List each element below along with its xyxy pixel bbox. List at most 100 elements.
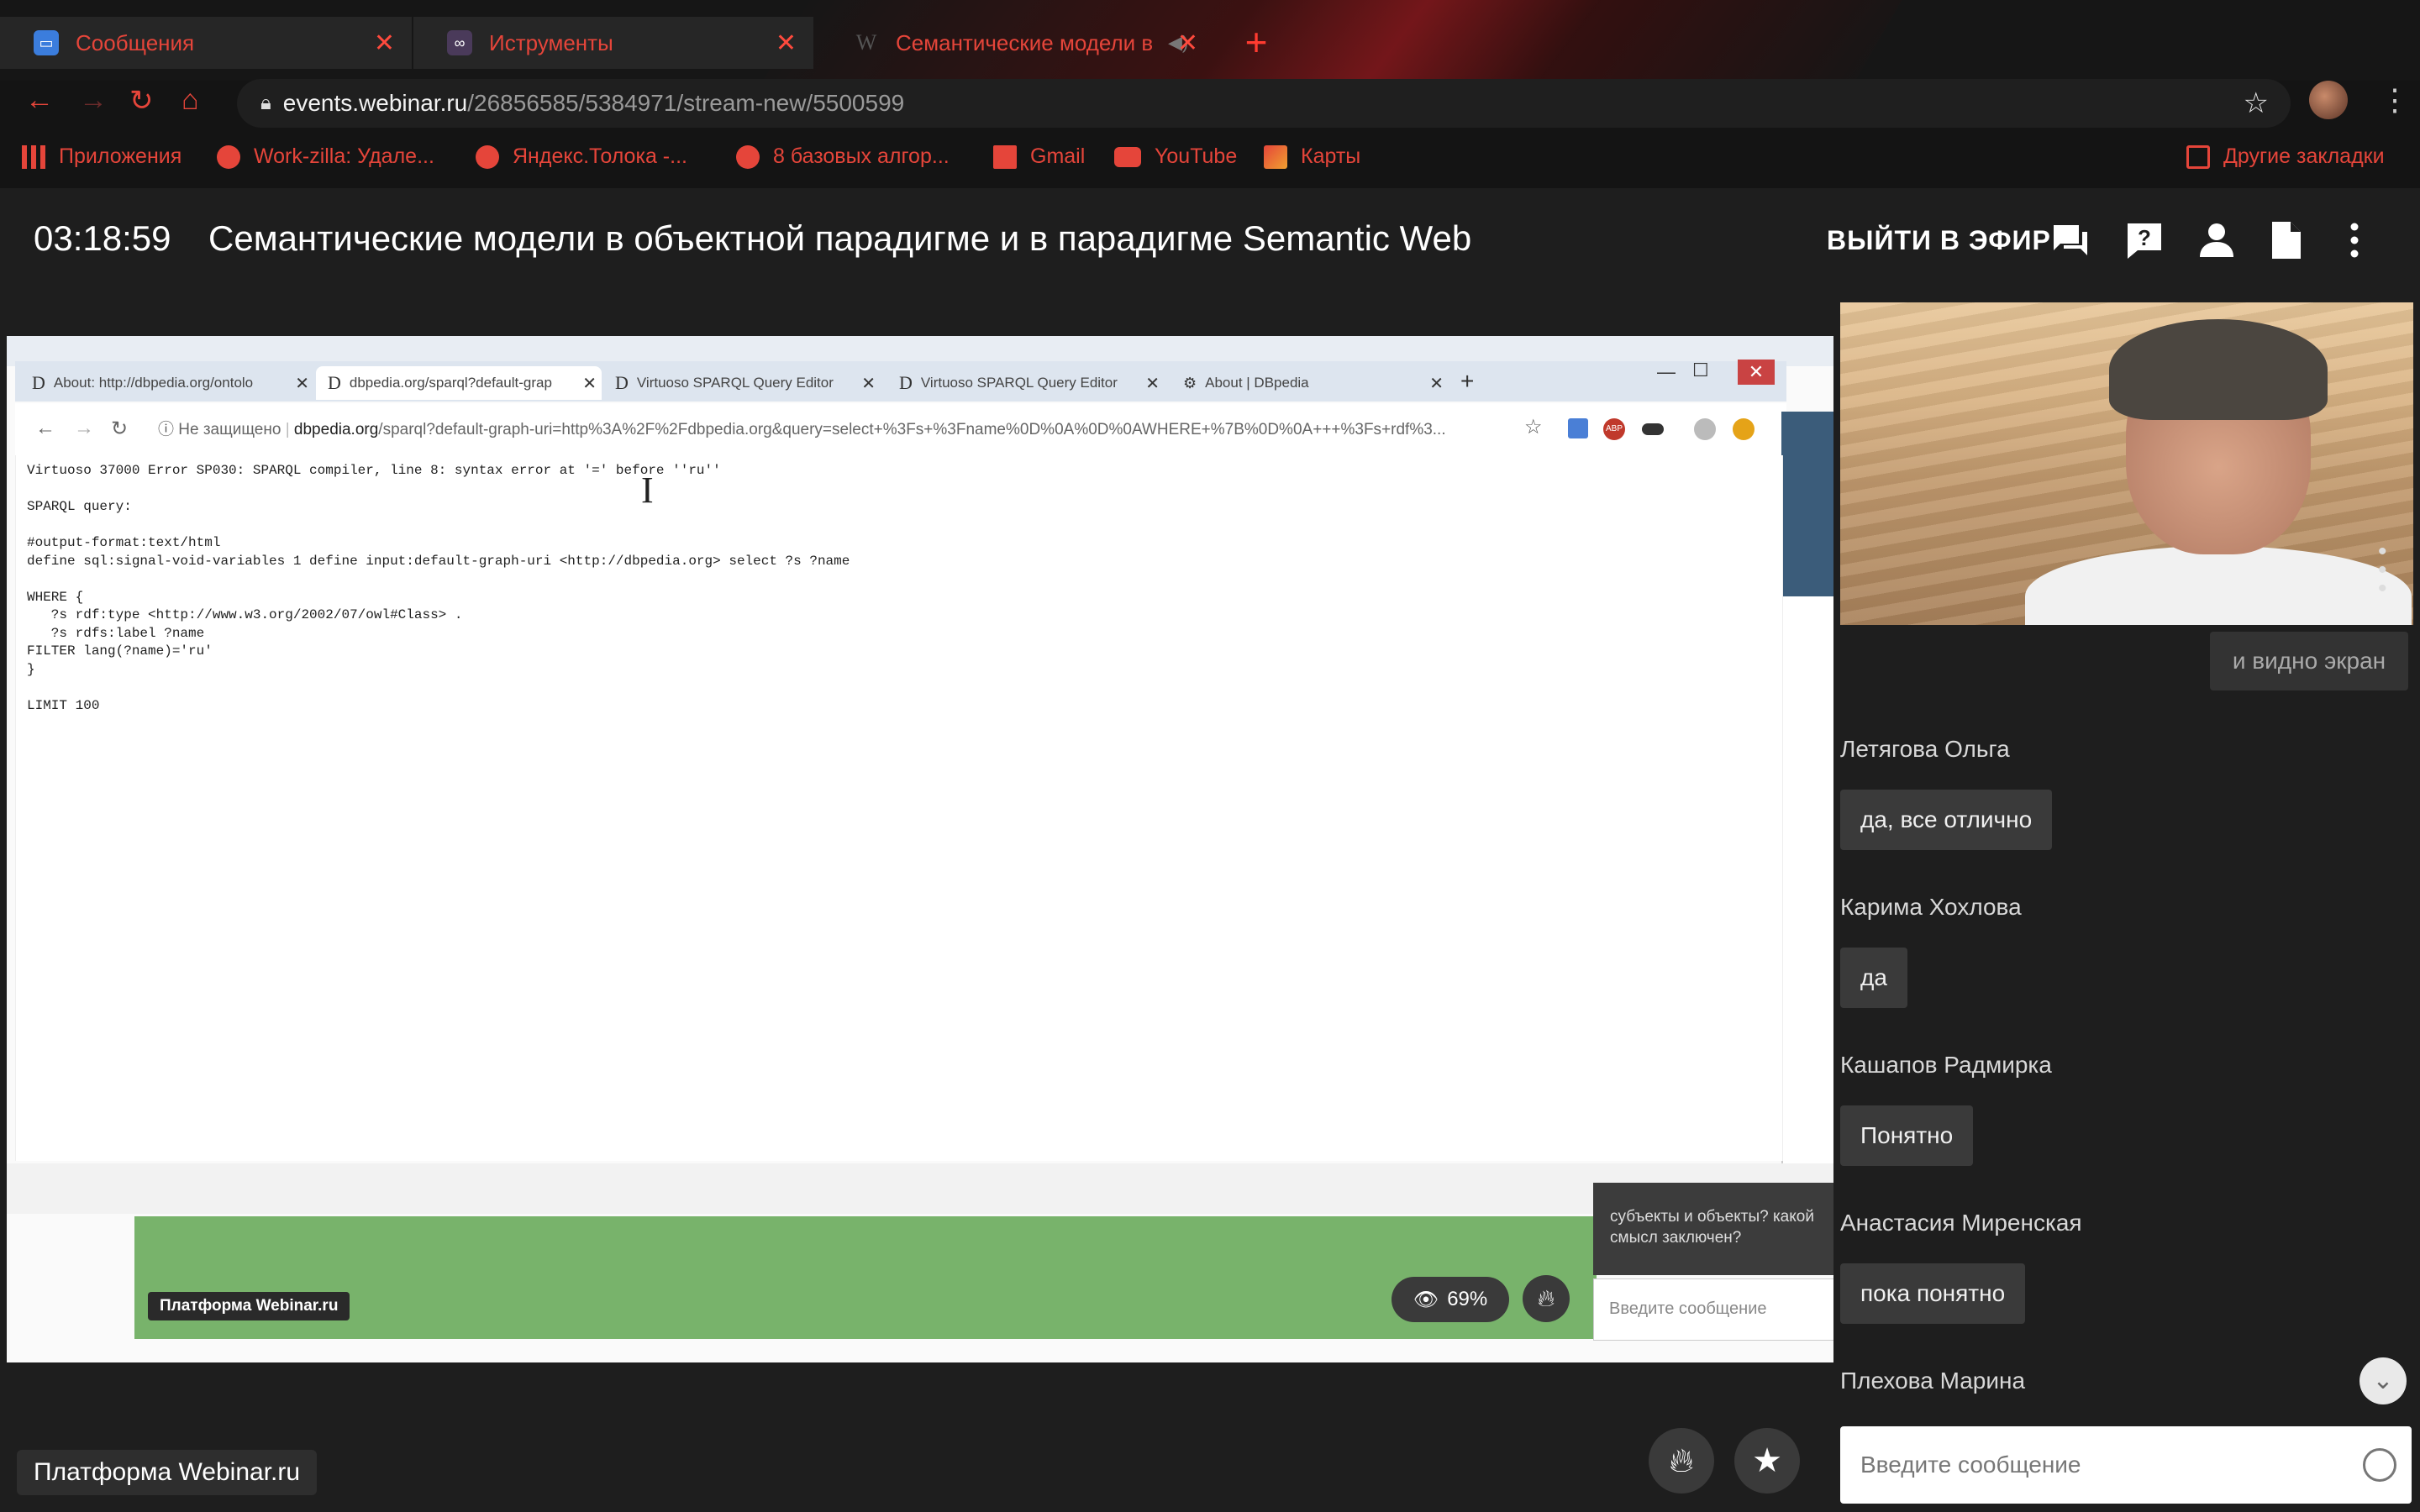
translate-icon[interactable] <box>1568 418 1588 438</box>
fire-reaction-button[interactable]: 🔥︎ <box>1649 1428 1714 1494</box>
nested-chat-input: Введите сообщение <box>1593 1278 1833 1341</box>
document-icon[interactable] <box>2265 220 2306 260</box>
close-icon[interactable]: ✕ <box>1145 373 1160 394</box>
sparql-error-text: Virtuoso 37000 Error SP030: SPARQL compi… <box>27 463 850 713</box>
bookmark-gmail[interactable]: Gmail <box>993 144 1085 169</box>
webcam-person-hair <box>2109 319 2328 420</box>
home-icon[interactable]: ⌂ <box>182 84 199 117</box>
bookmark-label: YouTube <box>1155 144 1238 168</box>
wikipedia-icon: W <box>855 30 877 55</box>
chat-input[interactable]: Введите сообщение <box>1840 1426 2412 1504</box>
dbpedia-logo-icon: ⚙︎ <box>1183 374 1197 391</box>
viewers-pill: 👁︎ 69% <box>1392 1277 1509 1322</box>
url-path: /sparql?default-graph-uri=http%3A%2F%2Fd… <box>378 421 1446 438</box>
browser-menu-icon[interactable]: ⋮ <box>2380 82 2410 118</box>
back-icon[interactable]: ← <box>35 417 55 440</box>
bookmark-apps[interactable]: Приложения <box>22 144 182 169</box>
close-icon[interactable]: ✕ <box>776 29 797 58</box>
emoji-icon[interactable] <box>2363 1448 2396 1482</box>
forward-icon[interactable]: → <box>79 84 108 117</box>
bookmark-youtube[interactable]: YouTube <box>1114 144 1237 169</box>
chat-input-placeholder: Введите сообщение <box>1860 1452 2081 1478</box>
screen-share-stage: D About: http://dbpedia.org/ontolo ✕ D d… <box>7 336 1833 1362</box>
text-cursor-icon: I <box>641 470 654 511</box>
bookmark-other[interactable]: Другие закладки <box>2186 144 2385 169</box>
bookmark-algorithms[interactable]: 8 базовых алгор... <box>736 144 950 169</box>
bookmark-label: 8 базовых алгор... <box>773 144 950 168</box>
bookmark-star-icon[interactable]: ☆ <box>1524 415 1543 439</box>
participants-icon[interactable] <box>2196 220 2237 260</box>
bookmark-maps[interactable]: Карты <box>1264 144 1360 169</box>
bookmark-label: Gmail <box>1030 144 1086 168</box>
more-menu-icon[interactable] <box>2334 220 2375 260</box>
bookmark-label: Карты <box>1301 144 1361 168</box>
maximize-icon[interactable]: ☐ <box>1692 360 1709 381</box>
chat-icon[interactable] <box>2050 220 2091 260</box>
close-icon[interactable]: ✕ <box>861 373 876 394</box>
tab-label: Иструменты <box>489 29 613 55</box>
extension-icon[interactable] <box>1733 418 1754 440</box>
reload-icon[interactable]: ↻ <box>111 417 128 441</box>
bookmark-label: Другие закладки <box>2223 144 2385 168</box>
webcam-menu-icon[interactable]: • • • <box>2378 539 2387 601</box>
tab-label: Сообщения <box>76 29 195 55</box>
security-label: Не защищено <box>178 421 281 438</box>
go-live-button[interactable]: ВЫЙТИ В ЭФИР <box>1827 225 2051 256</box>
close-icon[interactable]: ✕ <box>582 373 597 394</box>
new-tab-button[interactable]: + <box>1235 22 1277 64</box>
close-icon[interactable]: ✕ <box>1177 29 1198 58</box>
close-icon[interactable]: ✕ <box>295 373 309 394</box>
chat-author: Анастасия Миренская <box>1840 1210 2082 1236</box>
close-window-button[interactable]: ✕ <box>1738 360 1775 385</box>
browser-tab-semantic[interactable]: W Семантические модели в ◀︎) ✕ <box>820 17 1215 69</box>
new-tab-button[interactable]: + <box>1460 368 1474 395</box>
forward-icon[interactable]: → <box>74 417 94 440</box>
star-reaction-button[interactable]: ★ <box>1734 1428 1800 1494</box>
shared-tab-sparql-active[interactable]: D dbpedia.org/sparql?default-grap ✕ <box>316 366 602 400</box>
profile-avatar[interactable] <box>2309 81 2348 119</box>
bookmark-star-icon[interactable]: ☆ <box>2244 87 2269 120</box>
reload-icon[interactable]: ↻ <box>129 84 154 118</box>
presenter-webcam <box>1840 302 2413 625</box>
info-icon: ⓘ <box>158 421 179 438</box>
maps-icon <box>1264 144 1287 169</box>
scroll-down-button[interactable]: ⌄ <box>2360 1357 2407 1404</box>
folder-icon <box>2186 144 2210 169</box>
apps-grid-icon <box>22 144 45 169</box>
dbpedia-icon: D <box>615 372 629 393</box>
shared-tab-virtuoso-1[interactable]: D Virtuoso SPARQL Query Editor ✕ <box>603 366 881 400</box>
svg-text:?: ? <box>2138 225 2151 250</box>
chat-message-bubble: пока понятно <box>1840 1263 2026 1324</box>
back-icon[interactable]: ← <box>25 84 54 117</box>
bookmark-workzilla[interactable]: Work-zilla: Удале... <box>217 144 434 169</box>
browser-tab-tools[interactable]: ∞ Иструменты ✕ <box>413 17 813 69</box>
background-window-strip <box>7 1163 1833 1214</box>
adblock-icon[interactable]: ABP <box>1603 418 1625 440</box>
bookmark-label: Яндекс.Толока -... <box>513 144 687 168</box>
url-host: events.webinar.ru <box>282 90 468 116</box>
close-icon[interactable]: ✕ <box>374 29 395 58</box>
shared-tab-virtuoso-2[interactable]: D Virtuoso SPARQL Query Editor ✕ <box>887 366 1165 400</box>
tab-label: About: http://dbpedia.org/ontolo <box>53 375 254 391</box>
browser-tab-messages[interactable]: ▭ Сообщения ✕ <box>0 17 412 69</box>
chat-message-bubble: да, все отлично <box>1840 790 2053 850</box>
background-window-edge <box>1781 412 1833 596</box>
chat-icon: ▭ <box>34 30 59 55</box>
lock-icon: 🔒︎ <box>260 92 271 114</box>
close-icon[interactable]: ✕ <box>1429 373 1444 394</box>
tab-label: Virtuoso SPARQL Query Editor <box>920 375 1118 391</box>
chat-author: Кашапов Радмирка <box>1840 1052 2052 1078</box>
address-bar[interactable]: 🔒︎ events.webinar.ru/26856585/5384971/st… <box>237 79 2291 128</box>
shared-tab-about-dbpedia[interactable]: ⚙︎ About | DBpedia ✕ <box>1171 366 1449 400</box>
shared-tab-about-ontology[interactable]: D About: http://dbpedia.org/ontolo ✕ <box>20 366 314 400</box>
incognito-icon[interactable] <box>1642 423 1664 435</box>
account-icon[interactable] <box>1694 418 1716 440</box>
chat-author: Летягова Ольга <box>1840 736 2010 762</box>
fire-icon[interactable]: 🔥︎ <box>1523 1275 1570 1322</box>
tab-label: dbpedia.org/sparql?default-grap <box>349 375 552 391</box>
question-icon[interactable]: ? <box>2124 220 2165 260</box>
minimize-icon[interactable]: — <box>1657 361 1676 383</box>
viewers-percent: 69% <box>1447 1288 1488 1310</box>
bookmark-yandex-toloka[interactable]: Яндекс.Толока -... <box>476 144 687 169</box>
page-title: Семантические модели в объектной парадиг… <box>208 218 1472 258</box>
